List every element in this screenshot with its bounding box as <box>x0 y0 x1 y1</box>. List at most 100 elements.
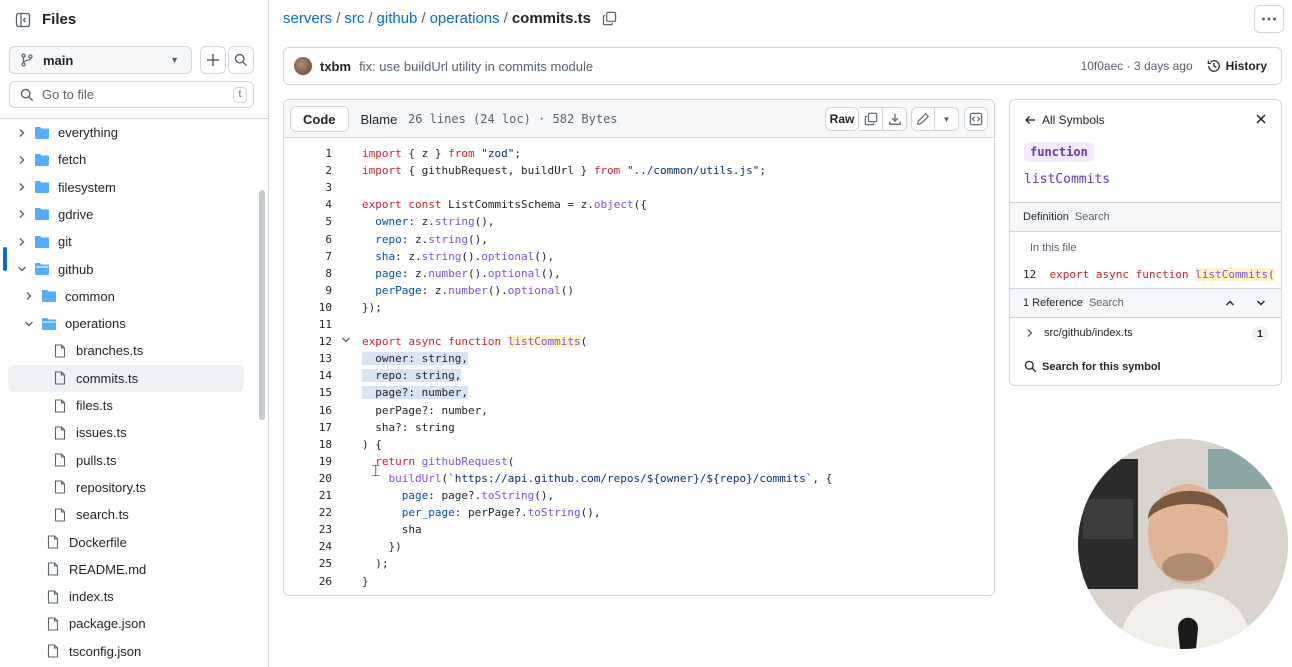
line-number[interactable]: 20 <box>284 470 332 487</box>
tree-file[interactable]: repository.ts <box>0 474 244 501</box>
tab-blame[interactable]: Blame <box>349 106 410 132</box>
code-line[interactable]: 8 page: z.number().optional(), <box>284 265 994 282</box>
code-line[interactable]: 12 export async function listCommits( <box>284 333 994 350</box>
line-number[interactable]: 9 <box>284 282 332 299</box>
line-number[interactable]: 15 <box>284 384 332 401</box>
tree-folder[interactable]: common <box>0 283 244 310</box>
code-line[interactable]: 25 ); <box>284 555 994 572</box>
code-line[interactable]: 22 per_page: perPage?.toString(), <box>284 504 994 521</box>
references-search-link[interactable]: Search <box>1089 297 1124 309</box>
code-line[interactable]: 26} <box>284 573 994 590</box>
code-line[interactable]: 14 repo: string, <box>284 367 994 384</box>
tree-folder[interactable]: github <box>0 256 244 283</box>
close-panel-button[interactable] <box>1255 113 1267 128</box>
line-number[interactable]: 17 <box>284 419 332 436</box>
more-options-button[interactable] <box>1254 5 1284 33</box>
line-number[interactable]: 22 <box>284 504 332 521</box>
code-line[interactable]: 2 import { githubRequest, buildUrl } from… <box>284 162 994 179</box>
go-to-file-input[interactable]: Go to file t <box>9 81 254 108</box>
code-line[interactable]: 19 return githubRequest( <box>284 453 994 470</box>
code-line[interactable]: 23 sha <box>284 521 994 538</box>
download-button[interactable] <box>883 107 907 131</box>
line-number[interactable]: 14 <box>284 367 332 384</box>
copy-raw-button[interactable] <box>859 107 883 131</box>
line-number[interactable]: 6 <box>284 231 332 248</box>
breadcrumb-link[interactable]: operations <box>430 10 500 27</box>
code-line[interactable]: 21 page: page?.toString(), <box>284 487 994 504</box>
tree-folder[interactable]: git <box>0 228 244 255</box>
tree-file[interactable]: commits.ts <box>8 364 244 392</box>
code-line[interactable]: 1 import { z } from "zod"; <box>284 145 994 162</box>
expand-down-button[interactable] <box>1255 297 1267 312</box>
line-number[interactable]: 2 <box>284 162 332 179</box>
code-line[interactable]: 7 sha: z.string().optional(), <box>284 248 994 265</box>
commit-author[interactable]: txbm <box>320 59 351 74</box>
code-line[interactable]: 4 export const ListCommitsSchema = z.obje… <box>284 196 994 213</box>
definition-search-link[interactable]: Search <box>1075 211 1110 223</box>
tree-folder[interactable]: everything <box>0 119 244 146</box>
tree-folder[interactable]: filesystem <box>0 174 244 201</box>
tree-file[interactable]: files.ts <box>0 392 244 419</box>
line-number[interactable]: 23 <box>284 521 332 538</box>
tree-file[interactable]: branches.ts <box>0 337 244 364</box>
code-line[interactable]: 18) { <box>284 436 994 453</box>
line-number[interactable]: 13 <box>284 350 332 367</box>
sidebar-scrollbar[interactable] <box>259 190 265 420</box>
line-number[interactable]: 3 <box>284 179 332 196</box>
branch-selector[interactable]: main ▼ <box>9 46 192 74</box>
line-number[interactable]: 12 <box>284 333 332 350</box>
breadcrumb-link[interactable]: src <box>344 10 364 27</box>
line-number[interactable]: 18 <box>284 436 332 453</box>
line-number[interactable]: 4 <box>284 196 332 213</box>
line-number[interactable]: 8 <box>284 265 332 282</box>
all-symbols-link[interactable]: All Symbols <box>1024 113 1105 127</box>
copy-path-button[interactable] <box>602 11 617 26</box>
commit-meta[interactable]: 10f0aec · 3 days ago <box>1081 59 1193 73</box>
code-line[interactable]: 5 owner: z.string(), <box>284 213 994 230</box>
line-number[interactable]: 19 <box>284 453 332 470</box>
line-number[interactable]: 26 <box>284 573 332 590</box>
tree-file[interactable]: issues.ts <box>0 419 244 446</box>
breadcrumb-link[interactable]: servers <box>283 10 332 27</box>
line-number[interactable]: 24 <box>284 538 332 555</box>
tree-file[interactable]: pulls.ts <box>0 447 244 474</box>
avatar[interactable] <box>294 57 312 75</box>
tree-file[interactable]: search.ts <box>0 501 244 528</box>
tree-folder[interactable]: operations <box>0 310 244 337</box>
code-line[interactable]: 3 <box>284 179 994 196</box>
fold-toggle[interactable] <box>341 333 351 350</box>
raw-button[interactable]: Raw <box>825 107 859 131</box>
code-line[interactable]: 10}); <box>284 299 994 316</box>
edit-options-button[interactable]: ▼ <box>935 107 959 131</box>
edit-button[interactable] <box>911 107 935 131</box>
line-number[interactable]: 25 <box>284 555 332 572</box>
code-line[interactable]: 16 perPage?: number, <box>284 402 994 419</box>
search-files-button[interactable] <box>228 46 254 74</box>
code-line[interactable]: 11 <box>284 316 994 333</box>
code-line[interactable]: 20 buildUrl(`https://api.github.com/repo… <box>284 470 994 487</box>
tab-code[interactable]: Code <box>290 106 349 132</box>
reference-file-row[interactable]: src/github/index.ts <box>1025 327 1133 339</box>
code-line[interactable]: 9 perPage: z.number().optional() <box>284 282 994 299</box>
line-number[interactable]: 21 <box>284 487 332 504</box>
code-line[interactable]: 24 }) <box>284 538 994 555</box>
tree-file[interactable]: README.md <box>0 556 244 583</box>
code-line[interactable]: 13 owner: string, <box>284 350 994 367</box>
code-line[interactable]: 15 page?: number, <box>284 384 994 401</box>
add-file-button[interactable] <box>200 46 226 74</box>
commit-message[interactable]: fix: use buildUrl utility in commits mod… <box>359 59 1081 74</box>
tree-file[interactable]: index.ts <box>0 583 244 610</box>
symbols-panel-toggle[interactable] <box>964 107 988 131</box>
line-number[interactable]: 16 <box>284 402 332 419</box>
line-number[interactable]: 1 <box>284 145 332 162</box>
tree-file[interactable]: Dockerfile <box>0 529 244 556</box>
history-button[interactable]: History <box>1207 59 1267 73</box>
search-symbol-button[interactable]: Search for this symbol <box>1024 360 1161 373</box>
tree-file[interactable]: package.json <box>0 610 244 637</box>
tree-folder[interactable]: gdrive <box>0 201 244 228</box>
line-number[interactable]: 5 <box>284 213 332 230</box>
tree-folder[interactable]: fetch <box>0 146 244 173</box>
line-number[interactable]: 10 <box>284 299 332 316</box>
line-number[interactable]: 11 <box>284 316 332 333</box>
breadcrumb-link[interactable]: github <box>377 10 418 27</box>
